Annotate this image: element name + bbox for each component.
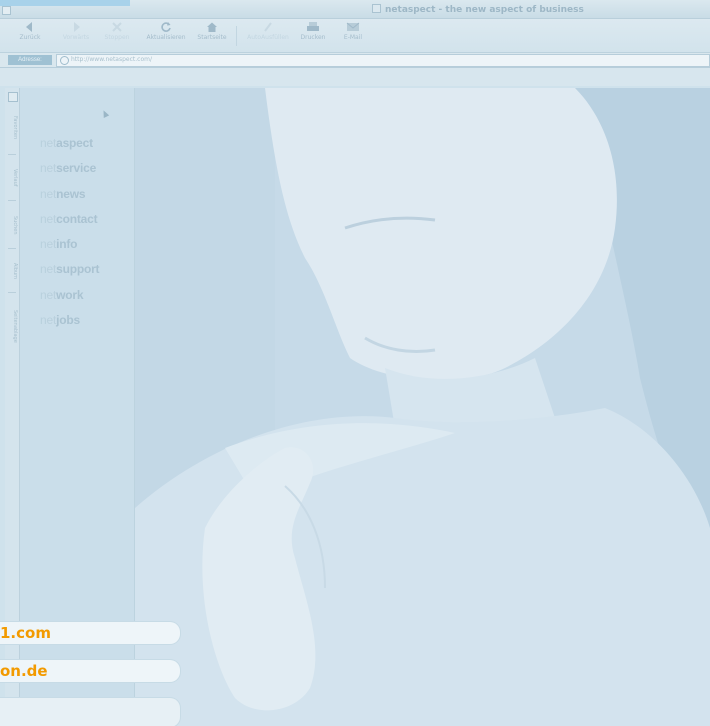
home-icon [207, 22, 217, 32]
nav-item-prefix: net [40, 136, 57, 150]
window-title: netaspect - the new aspect of business [372, 4, 584, 15]
nav-item-netjobs[interactable]: netjobs [40, 313, 99, 338]
autofill-icon [264, 22, 272, 32]
nav-item-netsupport[interactable]: netsupport [40, 262, 100, 287]
mail-icon [346, 22, 360, 31]
home-button[interactable]: Startseite [194, 21, 230, 51]
stop-icon [112, 22, 122, 32]
tab-divider [8, 292, 16, 295]
nav-item-suffix: support [56, 262, 100, 277]
refresh-button-label: Aktualisieren [146, 34, 186, 41]
nav-item-suffix: info [56, 237, 78, 252]
address-field[interactable]: http://www.netaspect.com/ [56, 54, 710, 67]
toolbar: Zurück Vorwärts Stoppen Aktualisieren St… [0, 19, 710, 53]
toolbar-spacer [0, 68, 710, 86]
autofill-button-label: AutoAusfüllen [247, 34, 289, 41]
print-icon [307, 22, 319, 31]
nav-item-suffix: work [56, 287, 84, 302]
nav-item-suffix: contact [56, 211, 98, 226]
print-button[interactable]: Drucken [300, 21, 326, 51]
tab-search[interactable]: Suchen [6, 206, 18, 244]
forward-button-label: Vorwärts [62, 34, 90, 41]
tab-history[interactable]: Verlauf [6, 160, 18, 196]
stop-button[interactable]: Stoppen [100, 21, 134, 51]
nav-item-prefix: net [40, 211, 57, 226]
nav-item-network[interactable]: network [40, 288, 99, 313]
overlay-link-text: 1.com [0, 624, 51, 642]
nav-item-suffix: service [56, 161, 97, 176]
autofill-button[interactable]: AutoAusfüllen [244, 21, 292, 51]
tab-divider [8, 200, 16, 203]
hero-photo [135, 88, 710, 726]
mouse-cursor-icon [100, 109, 110, 118]
refresh-icon [161, 22, 171, 32]
mail-button[interactable]: E-Mail [340, 21, 366, 51]
tab-album[interactable]: Album [6, 254, 18, 288]
overlay-link-text: on.de [0, 662, 48, 680]
nav-item-suffix: news [56, 186, 86, 201]
tab-divider [8, 248, 16, 251]
mail-button-label: E-Mail [343, 34, 363, 41]
nav-item-prefix: net [40, 237, 57, 252]
stop-button-label: Stoppen [104, 34, 130, 41]
nav-item-prefix: net [40, 313, 57, 328]
woman-portrait-illustration [135, 88, 710, 726]
print-button-label: Drucken [300, 34, 326, 41]
window-title-text: netaspect - the new aspect of business [385, 5, 584, 15]
back-button[interactable]: Zurück [18, 21, 42, 51]
address-bar: Adresse: http://www.netaspect.com/ [0, 53, 710, 68]
overlay-link-partial[interactable] [0, 697, 181, 726]
address-label: Adresse: [8, 55, 52, 65]
nav-item-prefix: net [40, 186, 57, 201]
overlay-link-de[interactable]: on.de [0, 659, 181, 683]
address-url: http://www.netaspect.com/ [71, 56, 153, 63]
nav-item-suffix: jobs [56, 313, 80, 328]
page-icon [372, 4, 381, 13]
tab-divider [8, 154, 16, 157]
nav-menu: netaspect netservice netnews netcontact … [40, 136, 100, 338]
forward-button[interactable]: Vorwärts [58, 21, 94, 51]
nav-item-suffix: aspect [56, 136, 93, 150]
title-bar: netaspect - the new aspect of business [0, 0, 710, 19]
nav-item-prefix: net [40, 287, 57, 302]
refresh-button[interactable]: Aktualisieren [142, 21, 190, 51]
nav-item-netinfo[interactable]: netinfo [40, 237, 99, 262]
browser-window: netaspect - the new aspect of business Z… [0, 0, 710, 726]
globe-icon [60, 56, 69, 65]
explorer-bar-icon[interactable] [8, 92, 18, 102]
nav-item-prefix: net [40, 262, 57, 277]
forward-arrow-icon [74, 22, 80, 32]
nav-item-netaspect[interactable]: netaspect [40, 136, 99, 161]
nav-item-prefix: net [40, 161, 57, 176]
nav-item-netnews[interactable]: netnews [40, 187, 99, 212]
nav-item-netcontact[interactable]: netcontact [40, 212, 99, 237]
back-button-label: Zurück [19, 34, 41, 41]
toolbar-separator [236, 26, 237, 46]
overlay-link-com[interactable]: 1.com [0, 621, 181, 645]
window-close-button[interactable] [2, 6, 11, 15]
tab-favorites[interactable]: Favoriten [6, 106, 18, 150]
back-arrow-icon [26, 22, 32, 32]
nav-item-netservice[interactable]: netservice [40, 161, 99, 186]
home-button-label: Startseite [197, 34, 227, 41]
title-bar-accent [0, 0, 130, 6]
tab-scrapbook[interactable]: Seitenablage [6, 298, 18, 354]
